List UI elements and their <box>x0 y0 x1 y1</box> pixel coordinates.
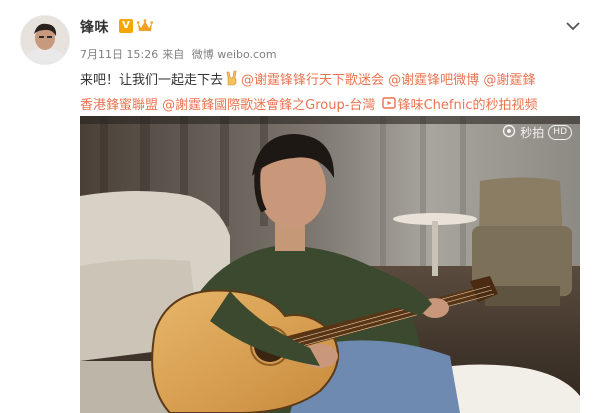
post-text: 来吧！让我们一起走下去 @谢霆锋锋行天下歌迷会 @谢霆锋吧微博 @謝霆鋒 香港鋒蜜… <box>80 68 580 118</box>
verified-v-icon: V <box>119 19 133 33</box>
video-link[interactable]: 锋味Chefnic的秒拍视频 <box>398 98 538 113</box>
source-link[interactable]: 微博 weibo.com <box>192 48 277 61</box>
mention-link[interactable]: @谢霆锋锋行天下歌迷会 <box>241 73 384 88</box>
camera-icon <box>502 124 516 141</box>
mention-link[interactable]: @謝霆鋒國際歌迷會鋒之Group-台灣 <box>162 98 375 113</box>
rock-hand-emoji-icon <box>224 70 240 86</box>
post-meta: 7月11日 15:26 来自 微博 weibo.com <box>80 46 281 62</box>
post-date[interactable]: 7月11日 15:26 <box>80 48 158 61</box>
video-link-icon <box>381 95 397 111</box>
mention-link[interactable]: @谢霆锋吧微博 <box>388 73 479 88</box>
weibo-post-card: 锋味 V 7月11日 15:26 来自 微博 weibo.com 来吧！让我们一起… <box>0 0 601 413</box>
mention-link[interactable]: @謝霆鋒 <box>483 73 535 88</box>
video-watermark: 秒拍 HD <box>502 124 572 141</box>
source-prefix: 来自 <box>162 48 185 61</box>
username[interactable]: 锋味 <box>80 17 109 37</box>
avatar[interactable] <box>20 15 70 65</box>
post-text-lead: 来吧！让我们一起走下去 <box>80 73 224 88</box>
video-player[interactable]: 秒拍 HD <box>80 116 580 413</box>
crown-badge-icon <box>137 18 153 37</box>
hd-badge: HD <box>548 125 572 140</box>
chevron-down-icon[interactable] <box>566 16 580 35</box>
mention-link[interactable]: 香港鋒蜜聯盟 <box>80 98 158 113</box>
watermark-text: 秒拍 <box>520 126 545 140</box>
video-thumbnail <box>80 116 580 413</box>
